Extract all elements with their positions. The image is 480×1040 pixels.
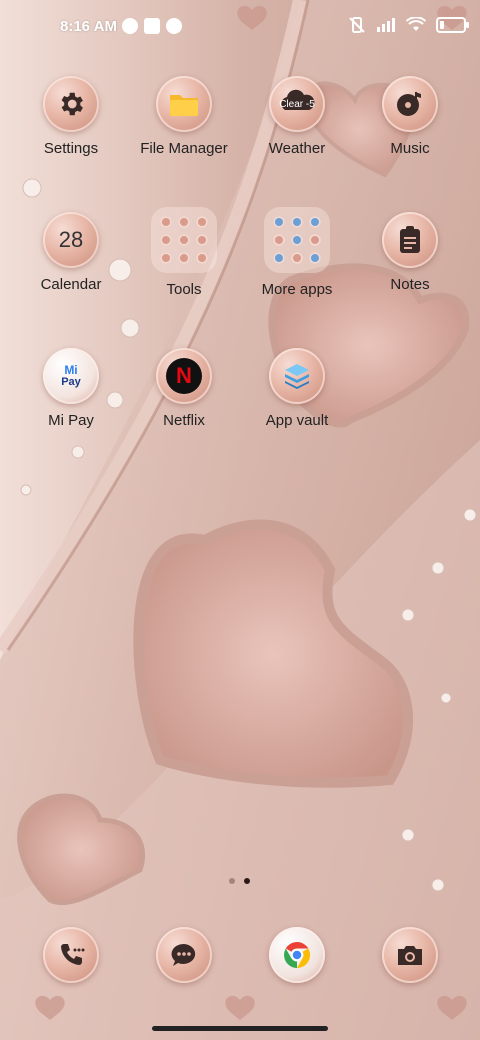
page-dot-1[interactable] [229, 878, 235, 884]
chrome-icon [269, 927, 325, 983]
app-calendar[interactable]: 28 Calendar [15, 212, 127, 294]
app-vault-icon [269, 348, 325, 404]
folder-icon [156, 76, 212, 132]
folder-tools[interactable]: Tools [128, 207, 240, 299]
app-label: Mi Pay [48, 412, 94, 429]
signal-icon [377, 18, 395, 32]
notification-icon-2 [166, 18, 182, 34]
weather-badge: Clear -5 [279, 98, 315, 110]
app-label: Netflix [163, 412, 205, 429]
wifi-icon [406, 17, 426, 31]
app-vault[interactable]: App vault [241, 348, 353, 430]
app-label: Music [390, 140, 430, 157]
camera-icon [382, 927, 438, 983]
status-bar: 8:16 AM [0, 0, 480, 56]
netflix-icon: N [156, 348, 212, 404]
page-indicator[interactable] [229, 878, 250, 884]
music-note-icon [382, 76, 438, 132]
calendar-date: 28 [58, 227, 84, 252]
message-icon [156, 927, 212, 983]
folder-grid [264, 207, 330, 273]
dock-camera[interactable] [382, 927, 438, 983]
app-label: Settings [43, 140, 99, 157]
phone-icon [43, 927, 99, 983]
mipay-icon: Mi Pay [43, 348, 99, 404]
status-time: 8:16 AM [60, 18, 117, 35]
app-label: Weather [268, 140, 326, 157]
vibrate-mute-icon [349, 17, 365, 33]
app-label: More apps [261, 281, 333, 298]
notification-square-icon [144, 18, 160, 34]
app-label: App vault [265, 412, 329, 429]
gear-icon [43, 76, 99, 132]
app-file-manager[interactable]: File Manager [128, 76, 240, 158]
home-indicator[interactable] [152, 1026, 328, 1031]
app-mi-pay[interactable]: Mi Pay Mi Pay [15, 348, 127, 430]
dock-chrome[interactable] [269, 927, 325, 983]
battery-icon [436, 17, 469, 33]
app-netflix[interactable]: N Netflix [128, 348, 240, 430]
cloud-icon: Clear -5 [269, 76, 325, 132]
mipay-brand-top: Mi [64, 363, 78, 377]
app-music[interactable]: Music [354, 76, 466, 158]
app-label: Tools [166, 281, 202, 298]
app-label: Notes [390, 276, 430, 293]
app-label: File Manager [140, 140, 228, 157]
dock-messages[interactable] [156, 927, 212, 983]
mipay-brand-bottom: Pay [61, 376, 81, 388]
notification-icon [122, 18, 138, 34]
netflix-brand: N [176, 363, 192, 388]
app-weather[interactable]: Clear -5 Weather [241, 76, 353, 158]
folder-grid [151, 207, 217, 273]
app-label: Calendar [40, 276, 102, 293]
folder-more-apps[interactable]: More apps [241, 207, 353, 299]
app-notes[interactable]: Notes [354, 212, 466, 294]
calendar-icon: 28 [43, 212, 99, 268]
notes-icon [382, 212, 438, 268]
app-settings[interactable]: Settings [15, 76, 127, 158]
dock-phone[interactable] [43, 927, 99, 983]
page-dot-2[interactable] [244, 878, 250, 884]
